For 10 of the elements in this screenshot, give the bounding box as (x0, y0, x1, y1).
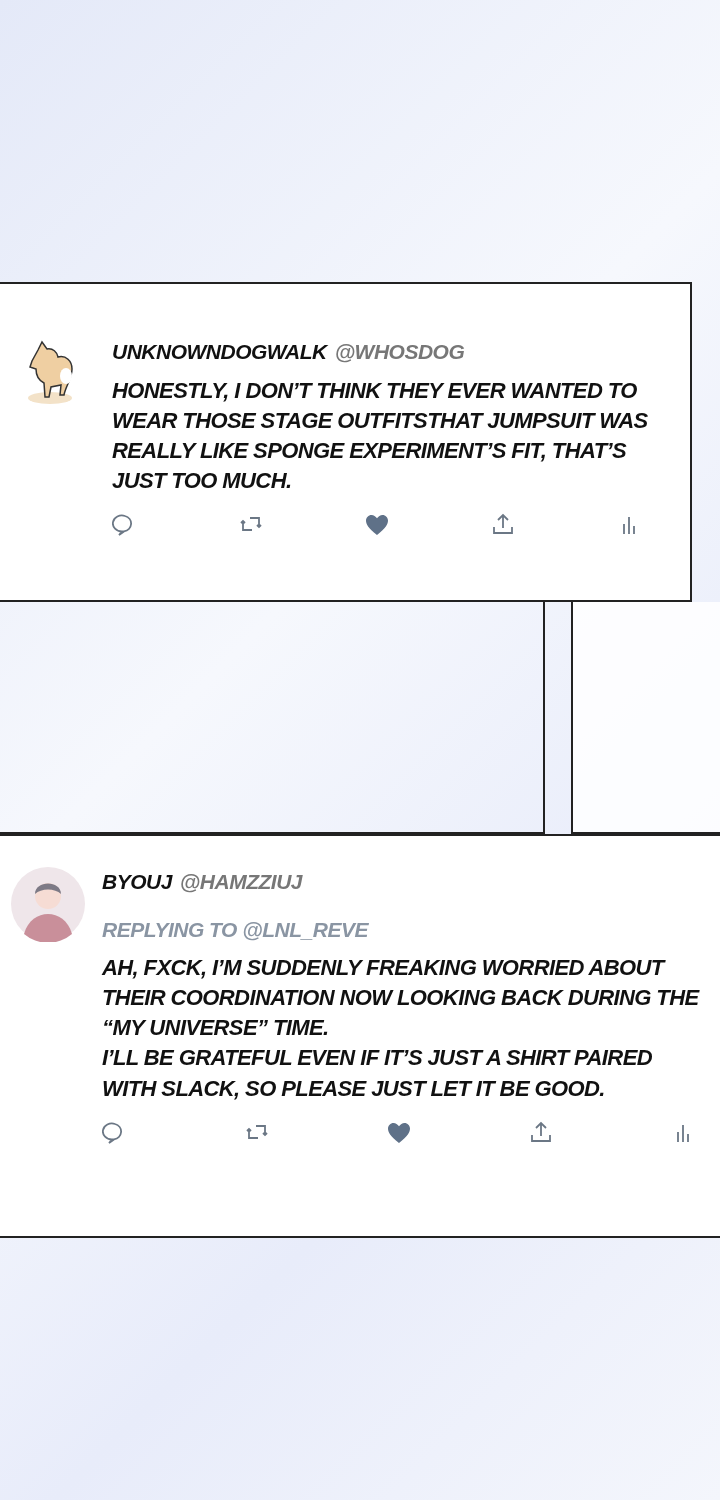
display-name: BYOUJ (102, 869, 172, 895)
tweet-text: HONESTLY, I DON’T THINK THEY EVER WANTED TO WEAR THOSE STAGE OUTFITSTHAT JUMPSUIT WAS REALLY LIKE SPONGE EXPERIMENT’S FIT, THAT’S JUST TOO MUCH. (112, 376, 649, 495)
tweet-text: I’LL BE GRATEFUL EVEN IF IT’S JUST A SHIRT PAIRED WITH SLACK, SO PLEASE JUST LET IT BE GOOD. (102, 1044, 653, 1103)
heart-icon[interactable] (364, 512, 390, 538)
user-handle: @HAMZZIUJ (179, 869, 302, 895)
user-handle: @WHOSDOG (334, 339, 465, 365)
reply-label: REPLYING TO @LNL_REVE (102, 916, 370, 943)
display-name: UNKNOWNDOGWALK (112, 339, 327, 365)
avatar-icon[interactable] (10, 866, 86, 942)
tweet-text: AH, FXCK, I’M SUDDENLY FREAKING WORRIED ABOUT THEIR COORDINATION NOW LOOKING BACK DURING THE “MY UNIVERSE” TIME. (102, 954, 701, 1043)
